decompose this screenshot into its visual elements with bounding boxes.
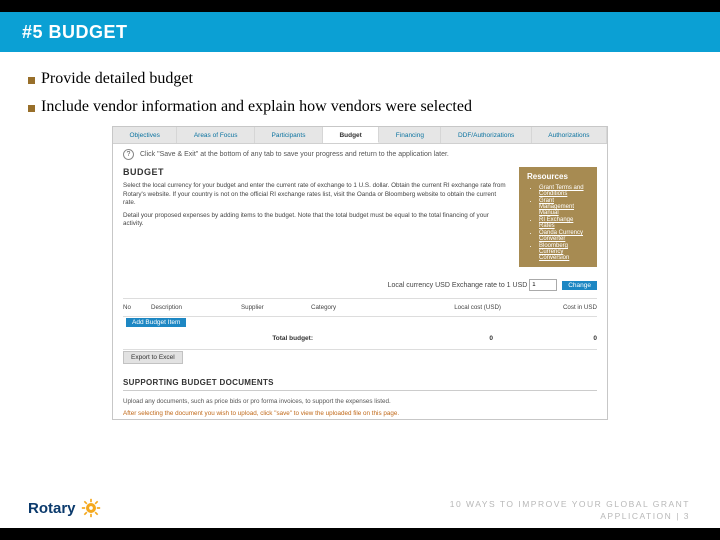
footer-separator: | bbox=[676, 511, 684, 521]
logo-text: Rotary bbox=[28, 500, 76, 517]
bullet-text: Include vendor information and explain h… bbox=[41, 98, 472, 116]
resource-link[interactable]: Grant Management Manual bbox=[539, 198, 589, 216]
help-icon: ? bbox=[123, 149, 134, 160]
bullet-item: Include vendor information and explain h… bbox=[28, 98, 692, 116]
total-label: Total budget: bbox=[123, 335, 313, 342]
after-upload-note: After selecting the document you wish to… bbox=[113, 407, 607, 419]
divider bbox=[123, 298, 597, 299]
rotary-wheel-icon bbox=[81, 498, 101, 518]
rotary-logo: Rotary bbox=[28, 498, 101, 518]
total-usd-value: 0 bbox=[493, 335, 597, 342]
upload-note: Upload any documents, such as price bids… bbox=[113, 395, 607, 407]
divider bbox=[123, 316, 597, 317]
change-button[interactable]: Change bbox=[562, 281, 597, 290]
col-cost-usd: Cost in USD bbox=[501, 304, 597, 311]
col-supplier: Supplier bbox=[241, 304, 311, 311]
resource-link[interactable]: RI Exchange Rates bbox=[539, 217, 589, 229]
export-row: Export to Excel bbox=[113, 351, 607, 370]
save-hint-text: Click "Save & Exit" at the bottom of any… bbox=[140, 151, 449, 158]
col-no: No bbox=[123, 304, 151, 311]
rate-label: Local currency USD Exchange rate to 1 US… bbox=[388, 282, 528, 289]
page-number: 3 bbox=[684, 511, 690, 521]
add-budget-item-button[interactable]: Add Budget Item bbox=[126, 318, 186, 327]
tab-authorizations[interactable]: Authorizations bbox=[532, 127, 607, 143]
divider bbox=[123, 349, 597, 350]
tab-participants[interactable]: Participants bbox=[255, 127, 323, 143]
form-screenshot: Objectives Areas of Focus Participants B… bbox=[112, 126, 608, 420]
tab-strip: Objectives Areas of Focus Participants B… bbox=[113, 127, 607, 144]
total-local-value: 0 bbox=[313, 335, 493, 342]
tab-objectives[interactable]: Objectives bbox=[113, 127, 177, 143]
footer-line2: APPLICATION bbox=[600, 511, 672, 521]
tab-budget[interactable]: Budget bbox=[323, 127, 379, 143]
bullet-text: Provide detailed budget bbox=[41, 70, 193, 88]
bullet-marker-icon bbox=[28, 77, 35, 84]
footer-line1: 10 WAYS TO IMPROVE YOUR GLOBAL GRANT bbox=[450, 499, 690, 509]
save-hint-row: ? Click "Save & Exit" at the bottom of a… bbox=[113, 144, 607, 165]
budget-intro-left: BUDGET Select the local currency for you… bbox=[123, 167, 509, 267]
resource-link[interactable]: Oanda Currency Converter bbox=[539, 230, 589, 242]
budget-intro: BUDGET Select the local currency for you… bbox=[113, 165, 607, 273]
tab-ddf-authorizations[interactable]: DDF/Authorizations bbox=[441, 127, 531, 143]
resources-list: Grant Terms and Conditions Grant Managem… bbox=[527, 185, 589, 261]
title-bar: #5 BUDGET bbox=[0, 12, 720, 52]
intro-paragraph: Detail your proposed expenses by adding … bbox=[123, 212, 509, 229]
rate-input[interactable] bbox=[529, 279, 557, 291]
section-heading: BUDGET bbox=[123, 167, 509, 177]
slide-title: #5 BUDGET bbox=[22, 22, 128, 43]
add-item-row: Add Budget Item bbox=[113, 318, 607, 333]
col-description: Description bbox=[151, 304, 241, 311]
resource-link[interactable]: Bloomberg Currency Conversion bbox=[539, 243, 589, 261]
supporting-docs-heading: SUPPORTING BUDGET DOCUMENTS bbox=[113, 370, 607, 390]
total-row: Total budget: 0 0 bbox=[113, 333, 607, 348]
col-category: Category bbox=[311, 304, 391, 311]
budget-table-header: No Description Supplier Category Local c… bbox=[113, 300, 607, 315]
bullet-item: Provide detailed budget bbox=[28, 70, 692, 88]
intro-paragraph: Select the local currency for your budge… bbox=[123, 182, 509, 208]
tab-financing[interactable]: Financing bbox=[379, 127, 441, 143]
exchange-rate-row: Local currency USD Exchange rate to 1 US… bbox=[113, 273, 607, 297]
content-area: Provide detailed budget Include vendor i… bbox=[0, 52, 720, 420]
tab-areas-of-focus[interactable]: Areas of Focus bbox=[177, 127, 255, 143]
resource-link[interactable]: Grant Terms and Conditions bbox=[539, 185, 589, 197]
slide-footer: 10 WAYS TO IMPROVE YOUR GLOBAL GRANT APP… bbox=[450, 499, 690, 522]
divider bbox=[123, 390, 597, 391]
bullet-marker-icon bbox=[28, 105, 35, 112]
resources-heading: Resources bbox=[527, 172, 589, 181]
slide: #5 BUDGET Provide detailed budget Includ… bbox=[0, 12, 720, 528]
export-excel-button[interactable]: Export to Excel bbox=[123, 351, 183, 364]
col-local-cost: Local cost (USD) bbox=[391, 304, 501, 311]
resources-box: Resources Grant Terms and Conditions Gra… bbox=[519, 167, 597, 267]
